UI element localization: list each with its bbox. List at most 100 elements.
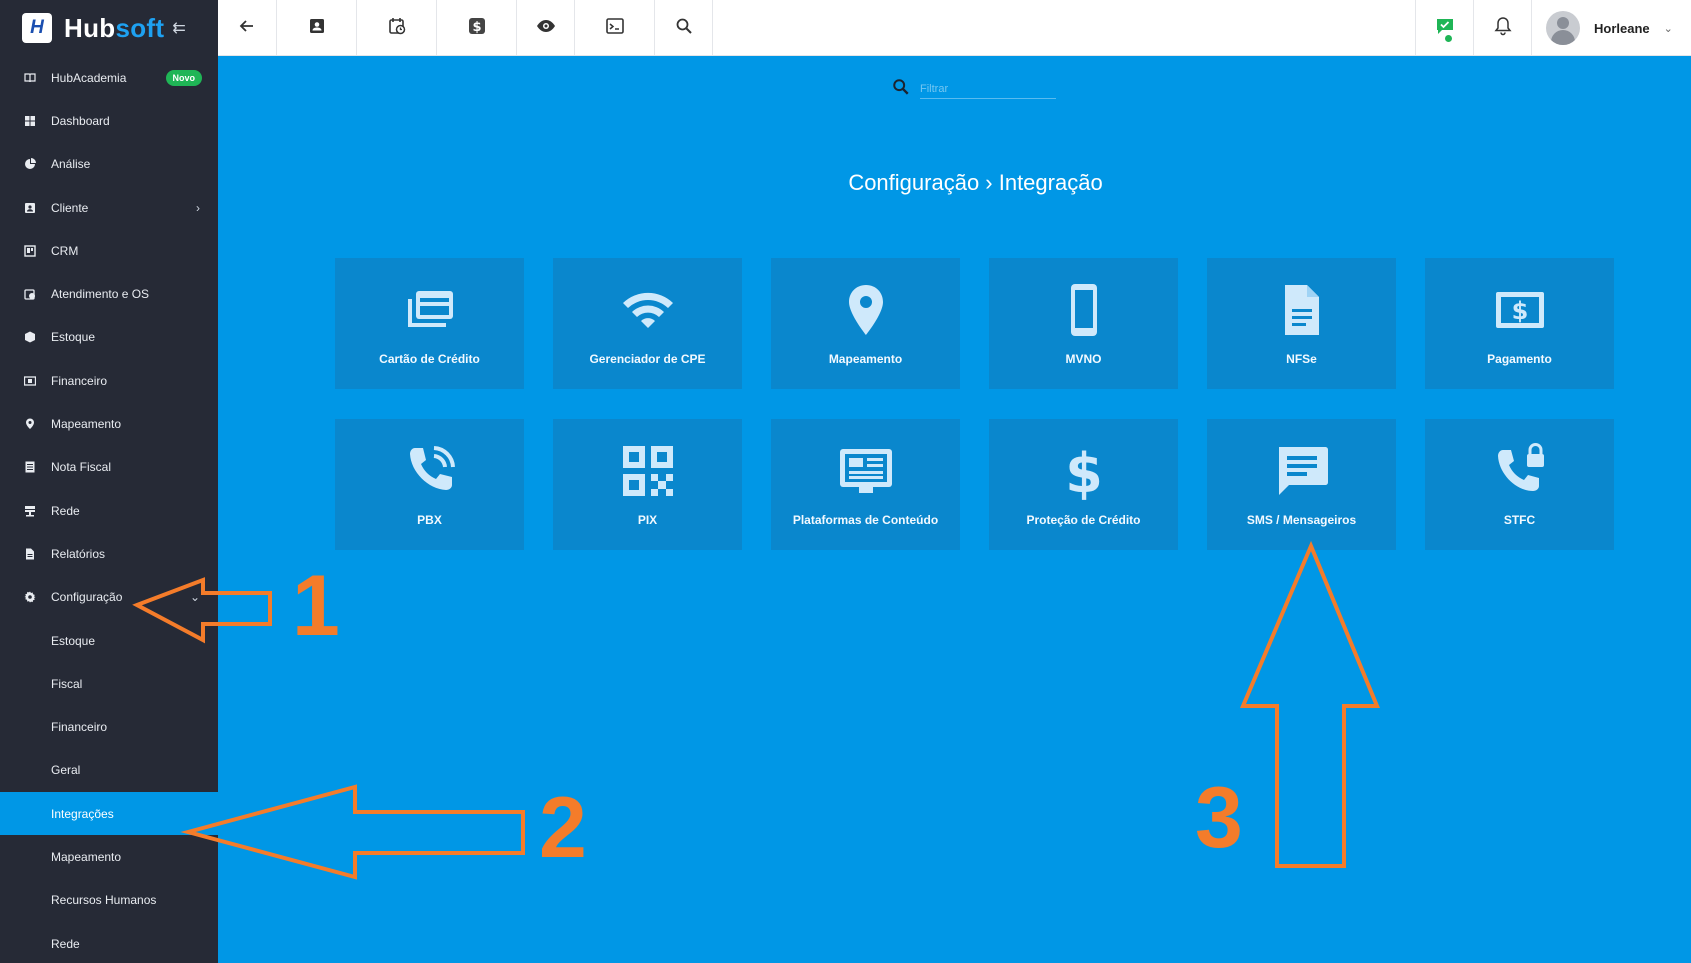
tile-label: PIX — [637, 513, 658, 527]
sidebar-item-hubacademia[interactable]: HubAcademia Novo — [0, 56, 218, 99]
sidebar-item-label: Dashboard — [51, 113, 110, 128]
svg-text:$: $ — [472, 20, 481, 35]
money-icon — [24, 375, 36, 387]
phone-ring-icon — [401, 442, 459, 505]
crm-icon — [24, 245, 36, 257]
sidebar-subitem-mapeamento[interactable]: Mapeamento — [0, 835, 218, 878]
dashboard-icon — [24, 115, 36, 127]
gear-icon — [24, 591, 36, 603]
tile-label: SMS / Mensageiros — [1246, 513, 1357, 527]
smartphone-icon — [1055, 281, 1113, 344]
sidebar-item-relatorios[interactable]: Relatórios — [0, 532, 218, 575]
chevron-right-icon: › — [196, 200, 200, 215]
message-icon — [1273, 442, 1331, 505]
sidebar-item-label: Configuração — [51, 590, 123, 605]
messages-button[interactable] — [1415, 0, 1473, 56]
report-icon — [24, 548, 36, 560]
annotation-number-1: 1 — [292, 558, 340, 654]
pie-chart-icon — [24, 158, 36, 170]
tile-label: MVNO — [1065, 352, 1102, 366]
sidebar-item-label: CRM — [51, 243, 79, 258]
tile-protecao-de-credito[interactable]: $ Proteção de Crédito — [989, 419, 1178, 550]
phone-lock-icon — [1491, 442, 1549, 505]
terminal-icon — [605, 16, 625, 41]
filter-bar — [892, 78, 1056, 101]
filter-input[interactable] — [920, 80, 1056, 99]
annotation-number-2: 2 — [539, 780, 587, 876]
notifications-button[interactable] — [1473, 0, 1531, 56]
sidebar-subitem-fiscal[interactable]: Fiscal — [0, 662, 218, 705]
sidebar: H Hubsoft ⇇ HubAcademia Novo Dashboard A… — [0, 0, 218, 963]
tile-cartao-de-credito[interactable]: Cartão de Crédito — [335, 258, 524, 389]
tile-nfse[interactable]: NFSe — [1207, 258, 1396, 389]
tile-label: Cartão de Crédito — [379, 352, 480, 366]
brand: H Hubsoft ⇇ — [0, 0, 218, 56]
book-icon — [24, 72, 36, 84]
new-badge: Novo — [165, 69, 202, 86]
qr-code-icon — [619, 442, 677, 505]
clients-button[interactable] — [277, 0, 357, 56]
sidebar-subitem-recursos-humanos[interactable]: Recursos Humanos — [0, 879, 218, 922]
map-pin-icon — [837, 281, 895, 344]
sidebar-item-label: Financeiro — [51, 373, 108, 388]
online-status-icon — [1443, 33, 1454, 44]
user-menu[interactable]: Horleane ⌄ — [1443, 0, 1691, 56]
schedule-button[interactable] — [357, 0, 437, 56]
bell-icon — [1493, 16, 1513, 41]
sidebar-item-label: Análise — [51, 157, 91, 172]
tile-pbx[interactable]: PBX — [335, 419, 524, 550]
sidebar-subitem-rede[interactable]: Rede — [0, 922, 218, 963]
sidebar-subitem-financeiro[interactable]: Financeiro — [0, 705, 218, 748]
tile-plataformas-de-conteudo[interactable]: Plataformas de Conteúdo — [771, 419, 960, 550]
eye-icon — [536, 16, 556, 41]
sidebar-subitem-geral[interactable]: Geral — [0, 749, 218, 792]
tile-pagamento[interactable]: $ Pagamento — [1425, 258, 1614, 389]
finance-button[interactable]: $ — [437, 0, 517, 56]
arrow-left-icon — [237, 16, 257, 41]
sidebar-item-crm[interactable]: CRM — [0, 229, 218, 272]
tile-pix[interactable]: PIX — [553, 419, 742, 550]
sidebar-item-financeiro[interactable]: Financeiro — [0, 359, 218, 402]
page-title: Configuração › Integração — [848, 170, 1103, 195]
sidebar-subitem-estoque[interactable]: Estoque — [0, 619, 218, 662]
sidebar-item-cliente[interactable]: Cliente › — [0, 186, 218, 229]
credit-card-icon — [401, 281, 459, 344]
tile-mvno[interactable]: MVNO — [989, 258, 1178, 389]
sidebar-item-nota-fiscal[interactable]: Nota Fiscal — [0, 446, 218, 489]
tile-label: Mapeamento — [828, 352, 903, 366]
view-button[interactable] — [517, 0, 575, 56]
brand-name-a: Hub — [64, 12, 116, 43]
sidebar-item-label: Relatórios — [51, 546, 106, 561]
search-button[interactable] — [655, 0, 713, 56]
document-icon — [24, 461, 36, 473]
back-button[interactable] — [218, 0, 277, 56]
calendar-clock-icon — [24, 288, 36, 300]
chevron-down-icon: ⌄ — [189, 590, 200, 605]
sidebar-item-mapeamento[interactable]: Mapeamento — [0, 402, 218, 445]
tile-label: Pagamento — [1487, 352, 1552, 366]
map-pin-icon — [24, 418, 36, 430]
sidebar-subitem-integracoes[interactable]: Integrações — [0, 792, 218, 836]
tile-sms-mensageiros[interactable]: SMS / Mensageiros — [1207, 419, 1396, 550]
sidebar-item-estoque[interactable]: Estoque — [0, 316, 218, 359]
terminal-button[interactable] — [575, 0, 655, 56]
sidebar-item-atendimento[interactable]: Atendimento e OS — [0, 272, 218, 315]
sidebar-item-label: Estoque — [51, 330, 96, 345]
sidebar-item-dashboard[interactable]: Dashboard — [0, 99, 218, 142]
tile-label: Proteção de Crédito — [1026, 513, 1141, 527]
sidebar-item-configuracao[interactable]: Configuração ⌄ — [0, 576, 218, 619]
tile-label: Gerenciador de CPE — [589, 352, 706, 366]
sidebar-item-rede[interactable]: Rede — [0, 489, 218, 532]
tile-label: STFC — [1503, 513, 1536, 527]
sidebar-item-analise[interactable]: Análise — [0, 143, 218, 186]
brand-logo[interactable]: H — [22, 13, 52, 43]
tile-stfc[interactable]: STFC — [1425, 419, 1614, 550]
sidebar-item-label: Nota Fiscal — [51, 460, 112, 475]
svg-text:$: $ — [1511, 297, 1528, 325]
tile-label: Plataformas de Conteúdo — [792, 513, 939, 527]
tile-gerenciador-de-cpe[interactable]: Gerenciador de CPE — [553, 258, 742, 389]
dollar-box-icon: $ — [467, 16, 487, 41]
collapse-sidebar-icon[interactable]: ⇇ — [172, 18, 185, 38]
tile-mapeamento[interactable]: Mapeamento — [771, 258, 960, 389]
search-icon — [892, 78, 910, 101]
